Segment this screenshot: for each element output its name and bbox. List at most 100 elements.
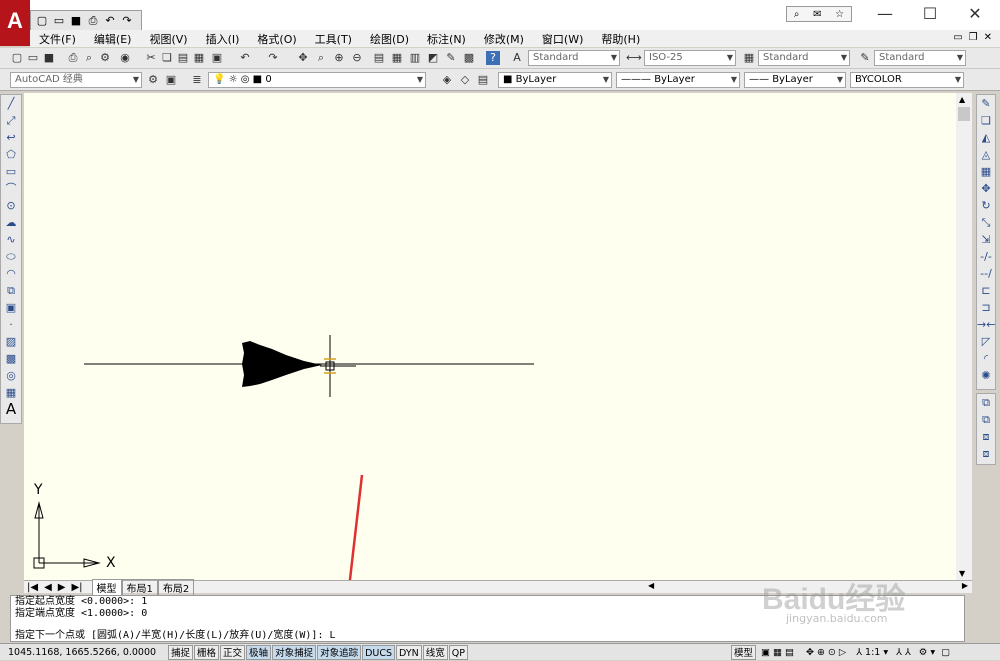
workspace-settings-icon[interactable]: ⚙ (146, 73, 160, 87)
bring-to-front-icon[interactable]: ⧉ (977, 394, 995, 411)
scroll-thumb[interactable] (958, 107, 970, 121)
insert-block-icon[interactable]: ⧉ (1, 282, 21, 299)
circle-icon[interactable]: ⊙ (1, 197, 21, 214)
dim-style-icon[interactable]: ⟷ (626, 51, 642, 65)
break-icon[interactable]: ⊐ (977, 299, 995, 316)
mleader-style-combo[interactable]: Standard ▼ (874, 50, 966, 66)
move-icon[interactable]: ✥ (977, 180, 995, 197)
print-icon[interactable]: ⎙ (86, 14, 100, 28)
quick-view-layouts-icon[interactable]: ▣ ▦ ▤ (761, 647, 794, 658)
layer-manager-icon[interactable]: ≣ (190, 73, 204, 87)
menu-file[interactable]: 文件(F) (39, 31, 76, 47)
region-icon[interactable]: ◎ (1, 367, 21, 384)
make-block-icon[interactable]: ▣ (1, 299, 21, 316)
qnew-icon[interactable]: ▢ (10, 51, 24, 65)
redo-icon[interactable]: ↷ (120, 14, 134, 27)
line-icon[interactable]: ╱ (1, 95, 21, 112)
minimize-button[interactable]: — (868, 4, 902, 24)
save-icon[interactable]: ■ (42, 51, 56, 65)
lineweight-combo[interactable]: —— ByLayer ▼ (744, 72, 846, 88)
drawing-close-button[interactable]: ✕ (984, 32, 992, 43)
polyline-icon[interactable]: ↩ (1, 129, 21, 146)
scroll-right-icon[interactable]: ▶ (962, 581, 968, 590)
3d-dwf-icon[interactable]: ◉ (118, 51, 132, 65)
paste-icon[interactable]: ▤ (176, 51, 190, 65)
zoom-window-icon[interactable]: ⊕ (332, 51, 346, 65)
break-point-icon[interactable]: ⊏ (977, 282, 995, 299)
match-properties-icon[interactable]: ▦ (192, 51, 206, 65)
layer-previous-icon[interactable]: ◇ (458, 73, 472, 87)
zoom-realtime-icon[interactable]: ⌕ (314, 51, 328, 65)
vertical-scrollbar[interactable]: ▲ ▼ (956, 93, 972, 580)
join-icon[interactable]: →← (977, 316, 995, 333)
undo-icon[interactable]: ↶ (238, 51, 252, 65)
make-current-icon[interactable]: ◈ (440, 73, 454, 87)
chamfer-icon[interactable]: ◸ (977, 333, 995, 350)
help-icon[interactable]: ? (486, 51, 500, 65)
copy-icon[interactable]: ❏ (160, 51, 174, 65)
spline-icon[interactable]: ∿ (1, 231, 21, 248)
construction-line-icon[interactable]: ⤢ (1, 112, 21, 129)
annotation-visibility-icon[interactable]: ⅄ ⅄ (896, 647, 911, 658)
menu-modify[interactable]: 修改(M) (484, 31, 524, 47)
rectangle-icon[interactable]: ▭ (1, 163, 21, 180)
tab-layout1[interactable]: 布局1 (121, 578, 158, 596)
ortho-toggle[interactable]: 正交 (220, 644, 246, 660)
linetype-combo[interactable]: ——— ByLayer ▼ (616, 72, 740, 88)
pan-icon[interactable]: ✥ (296, 51, 310, 65)
plot-icon[interactable]: ⎙ (66, 51, 80, 65)
scroll-up-icon[interactable]: ▲ (959, 95, 965, 104)
open-icon[interactable]: ▭ (52, 14, 66, 27)
menu-tools[interactable]: 工具(T) (315, 31, 352, 47)
publish-icon[interactable]: ⚙ (98, 51, 112, 65)
stretch-icon[interactable]: ⇲ (977, 231, 995, 248)
menu-insert[interactable]: 插入(I) (206, 31, 240, 47)
tool-palettes-icon[interactable]: ▥ (408, 51, 422, 65)
copy-object-icon[interactable]: ❏ (977, 112, 995, 129)
block-editor-icon[interactable]: ▣ (210, 51, 224, 65)
lineweight-toggle[interactable]: 线宽 (422, 644, 448, 660)
tab-model[interactable]: 模型 (91, 578, 122, 596)
send-to-back-icon[interactable]: ⧉ (977, 411, 995, 428)
polygon-icon[interactable]: ⬠ (1, 146, 21, 163)
clean-screen-icon[interactable]: ▢ (941, 647, 950, 658)
scale-icon[interactable]: ⤡ (977, 214, 995, 231)
gradient-icon[interactable]: ▩ (1, 350, 21, 367)
new-icon[interactable]: ▢ (35, 14, 49, 27)
qp-toggle[interactable]: QP (448, 644, 468, 660)
mirror-icon[interactable]: ◭ (977, 129, 995, 146)
tab-layout2[interactable]: 布局2 (157, 578, 195, 596)
last-tab-icon[interactable]: ▶| (71, 582, 82, 593)
table-style-combo[interactable]: Standard ▼ (758, 50, 850, 66)
model-space-button[interactable]: 模型 (730, 644, 756, 660)
command-prompt[interactable]: 指定下一个点或 [圆弧(A)/半宽(H)/长度(L)/放弃(U)/宽度(W)]:… (11, 630, 964, 642)
dim-style-combo[interactable]: ISO-25 ▼ (644, 50, 736, 66)
menu-edit[interactable]: 编辑(E) (94, 31, 132, 47)
annotation-scale[interactable]: ⅄ 1:1 ▾ (856, 647, 888, 658)
scroll-left-icon[interactable]: ◀ (648, 581, 654, 590)
drawing-minimize-button[interactable]: ▭ (953, 32, 962, 43)
markup-icon[interactable]: ✎ (444, 51, 458, 65)
menu-draw[interactable]: 绘图(D) (370, 31, 409, 47)
favorites-icon[interactable]: ☆ (835, 9, 844, 20)
layer-state-icon[interactable]: ▤ (476, 73, 490, 87)
polar-toggle[interactable]: 极轴 (246, 644, 272, 660)
workspace-switch-icon[interactable]: ⚙ ▾ (919, 647, 935, 658)
grid-toggle[interactable]: 栅格 (194, 644, 220, 660)
save-icon[interactable]: ■ (69, 14, 83, 27)
otrack-toggle[interactable]: 对象追踪 (317, 644, 362, 660)
fillet-icon[interactable]: ◜ (977, 350, 995, 367)
cut-icon[interactable]: ✂ (144, 51, 158, 65)
text-style-icon[interactable]: A (510, 51, 524, 65)
pan-zoom-icons[interactable]: ✥ ⊕ ⊙ ▷ (806, 647, 846, 658)
rotate-icon[interactable]: ↻ (977, 197, 995, 214)
erase-icon[interactable]: ✎ (977, 95, 995, 112)
prev-tab-icon[interactable]: ◀ (44, 582, 52, 593)
color-combo[interactable]: ■ ByLayer ▼ (498, 72, 612, 88)
next-tab-icon[interactable]: ▶ (58, 582, 66, 593)
properties-icon[interactable]: ▤ (372, 51, 386, 65)
ducs-toggle[interactable]: DUCS (362, 644, 396, 660)
menu-view[interactable]: 视图(V) (149, 31, 187, 47)
table-style-icon[interactable]: ▦ (742, 51, 756, 65)
point-icon[interactable]: · (1, 316, 21, 333)
